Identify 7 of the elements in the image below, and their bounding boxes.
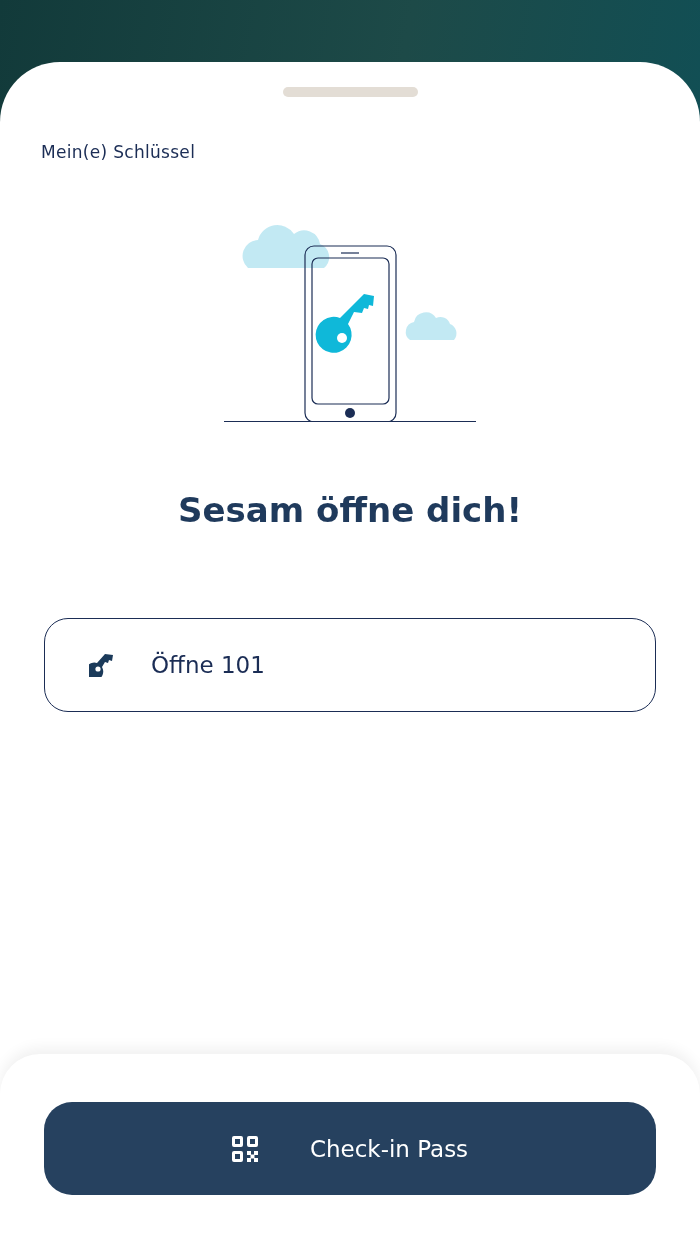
qr-code-icon (231, 1135, 258, 1162)
check-in-pass-button[interactable]: Check-in Pass (44, 1102, 656, 1195)
greeting-heading: Sesam öffne dich! (177, 490, 523, 530)
open-door-button[interactable]: Öffne 101 (44, 618, 656, 712)
drag-handle[interactable] (282, 87, 418, 97)
sheet-title: Mein(e) Schlüssel (41, 142, 197, 162)
key-icon (89, 653, 115, 677)
